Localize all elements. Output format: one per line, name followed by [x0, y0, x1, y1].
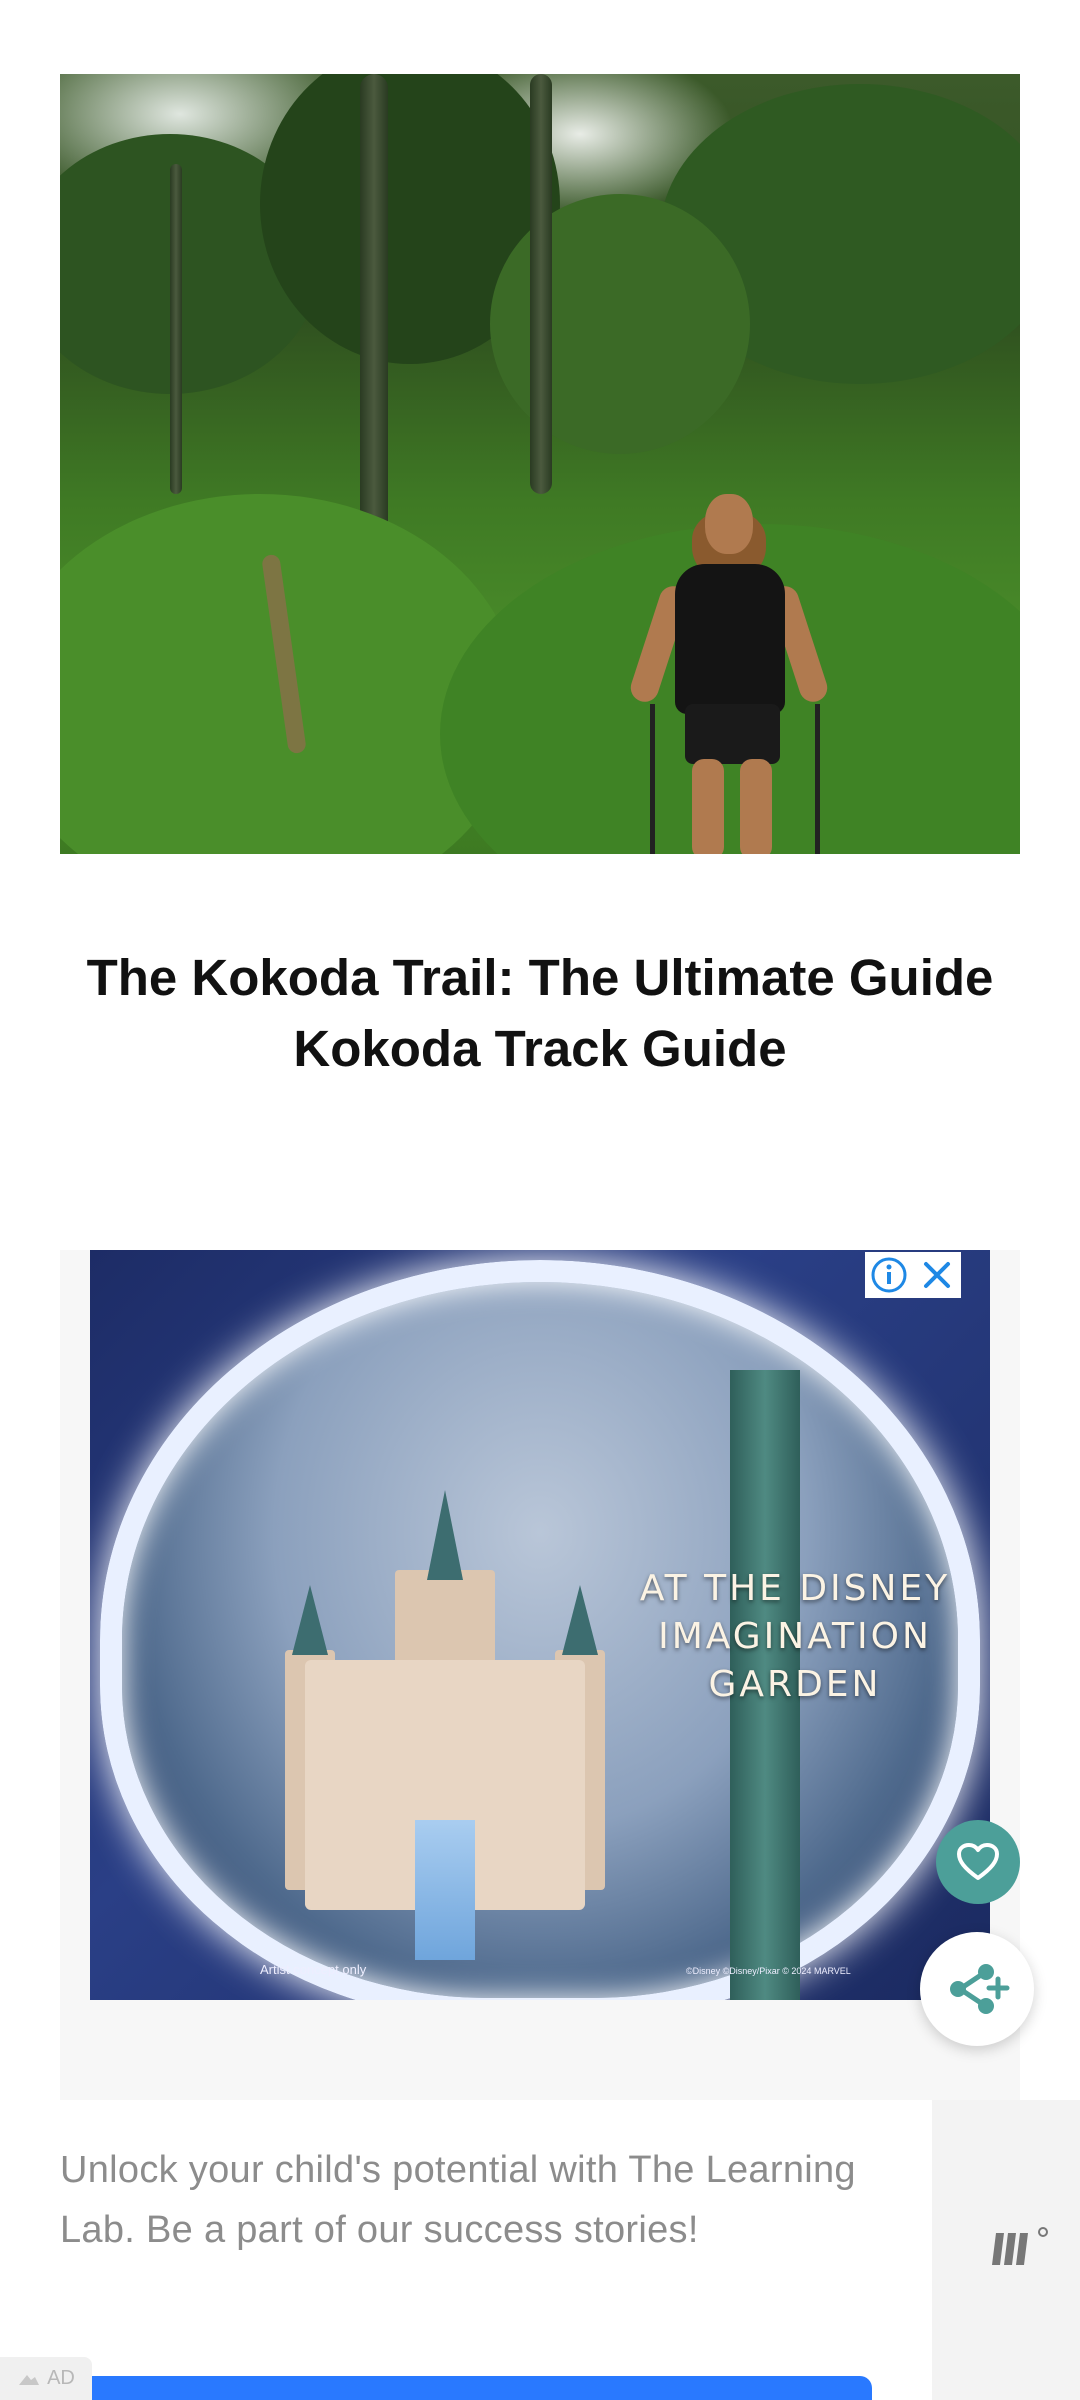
- castle-illustration: [265, 1490, 625, 1960]
- article-title[interactable]: The Kokoda Trail: The Ultimate Guide Kok…: [40, 942, 1040, 1084]
- ad-copyright: ©Disney ©Disney/Pixar © 2024 MARVEL: [686, 1966, 851, 1976]
- close-icon[interactable]: [913, 1252, 961, 1298]
- favorite-button[interactable]: [936, 1820, 1020, 1904]
- article-title-line-1: The Kokoda Trail: The Ultimate Guide: [86, 949, 994, 1006]
- share-button[interactable]: [920, 1932, 1034, 2046]
- ad-label-text: AD: [47, 2367, 75, 2389]
- ad-headline-line-3: GARDEN: [708, 1664, 882, 1705]
- share-icon: [950, 1964, 1010, 2014]
- ad-creative-disney[interactable]: AT THE DISNEY IMAGINATION GARDEN Artist …: [90, 1250, 990, 2000]
- ad-controls: [865, 1252, 961, 1298]
- ad-container: AT THE DISNEY IMAGINATION GARDEN Artist …: [60, 1250, 1020, 2100]
- promo-cta-button[interactable]: [60, 2376, 872, 2400]
- heart-icon: [957, 1843, 999, 1880]
- article-title-line-2: Kokoda Track Guide: [293, 1020, 787, 1077]
- ad-headline-line-1: AT THE DISNEY: [639, 1568, 951, 1609]
- article-hero-image: [60, 74, 1020, 854]
- ad-headline: AT THE DISNEY IMAGINATION GARDEN: [610, 1565, 980, 1709]
- hiker-figure: [620, 494, 831, 854]
- promo-ad[interactable]: Unlock your child's potential with The L…: [0, 2100, 932, 2400]
- brand-logo-icon: [990, 2225, 1054, 2276]
- info-icon[interactable]: [865, 1252, 913, 1298]
- ad-label: AD: [0, 2357, 92, 2400]
- ad-disclaimer: Artist concept only: [260, 1962, 367, 1977]
- ad-choices-icon: [19, 2374, 40, 2385]
- promo-text: Unlock your child's potential with The L…: [60, 2149, 856, 2251]
- ad-headline-line-2: IMAGINATION: [658, 1616, 932, 1657]
